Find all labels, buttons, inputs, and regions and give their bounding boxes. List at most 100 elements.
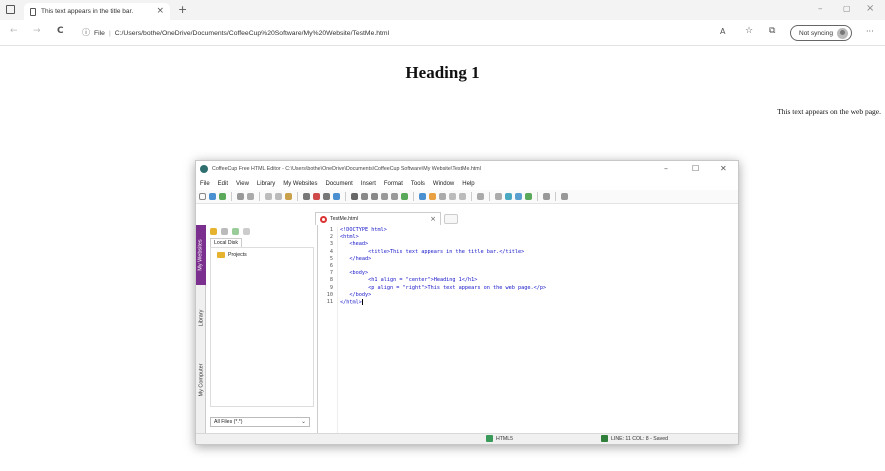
cut-icon[interactable] <box>237 193 244 200</box>
preview-icon[interactable] <box>429 193 436 200</box>
tab-actions-icon[interactable] <box>6 5 15 14</box>
editor-maximize-button[interactable]: ☐ <box>692 165 716 173</box>
menu-my-websites[interactable]: My Websites <box>283 181 317 187</box>
tab-close-icon[interactable]: × <box>156 7 164 16</box>
tree-item-projects[interactable]: Projects <box>217 252 247 258</box>
menu-library[interactable]: Library <box>257 181 275 187</box>
toolbar-separator <box>537 192 538 201</box>
folder-icon[interactable] <box>210 227 217 235</box>
code-line: <body> <box>340 270 369 277</box>
side-tab-my-computer[interactable]: My Computer <box>196 350 206 410</box>
toolbar-separator <box>489 192 490 201</box>
page-paragraph: This text appears on the web page. <box>777 107 881 116</box>
editor-minimize-button[interactable]: – <box>664 165 688 173</box>
theme-icon[interactable] <box>515 193 522 200</box>
upload-icon[interactable] <box>219 193 226 200</box>
align-icon[interactable] <box>381 193 388 200</box>
back-button[interactable]: ← <box>10 27 18 36</box>
help-icon[interactable] <box>561 193 568 200</box>
image-icon[interactable] <box>333 193 340 200</box>
link-icon[interactable] <box>419 193 426 200</box>
view-icon[interactable] <box>243 227 250 235</box>
menu-help[interactable]: Help <box>462 181 474 187</box>
address-field[interactable]: ⓘ File | C:/Users/bothe/OneDrive/Documen… <box>82 26 702 40</box>
close-button[interactable]: × <box>866 4 874 14</box>
profile-avatar <box>836 27 848 39</box>
chevron-down-icon: ⌄ <box>300 418 306 425</box>
flash-icon[interactable] <box>449 193 456 200</box>
add-site-icon[interactable] <box>232 227 239 235</box>
file-filter-select[interactable]: All Files (*.*) ⌄ <box>210 417 310 427</box>
new-file-icon[interactable] <box>199 193 206 200</box>
italic-icon[interactable] <box>361 193 368 200</box>
wand-icon[interactable] <box>221 227 228 235</box>
browser-tab[interactable]: This text appears in the title bar. × <box>24 3 170 20</box>
bold-icon[interactable] <box>351 193 358 200</box>
status-position-label: LINE: 11 COL: 8 - Saved <box>611 435 668 442</box>
copy-icon[interactable] <box>247 193 254 200</box>
open-file-icon[interactable] <box>209 193 216 200</box>
menu-view[interactable]: View <box>236 181 249 187</box>
maximize-button[interactable]: ▢ <box>843 5 851 13</box>
toolbar-separator <box>259 192 260 201</box>
collections-icon[interactable]: ⧉ <box>769 27 775 36</box>
menu-file[interactable]: File <box>200 181 210 187</box>
sort-icon[interactable] <box>543 193 550 200</box>
forward-button[interactable]: → <box>33 27 41 36</box>
gallery-icon[interactable] <box>505 193 512 200</box>
check-icon[interactable] <box>459 193 466 200</box>
line-number: 7 <box>329 270 333 277</box>
document-tab-close-icon[interactable]: × <box>430 215 436 223</box>
form-icon[interactable] <box>439 193 446 200</box>
code-line: </body> <box>340 291 372 298</box>
side-tab-my-websites[interactable]: My Websites <box>196 225 206 285</box>
info-icon: ⓘ <box>82 28 90 37</box>
settings-icon[interactable] <box>477 193 484 200</box>
favorites-icon[interactable]: ☆ <box>745 27 753 36</box>
more-menu-icon[interactable]: ··· <box>866 28 874 36</box>
new-tab-button[interactable]: + <box>178 4 187 15</box>
local-disk-tab[interactable]: Local Disk <box>210 238 242 247</box>
toolbar-separator <box>471 192 472 201</box>
web-icon[interactable] <box>525 193 532 200</box>
list-icon[interactable] <box>391 193 398 200</box>
html5-icon <box>486 435 493 442</box>
undo-icon[interactable] <box>265 193 272 200</box>
underline-icon[interactable] <box>371 193 378 200</box>
new-document-tab-button[interactable] <box>444 214 458 224</box>
status-doc-type-label: HTML5 <box>496 435 514 442</box>
font-icon[interactable] <box>303 193 310 200</box>
line-number: 5 <box>329 255 333 262</box>
code-line-last: </html> <box>340 298 734 306</box>
line-number: 6 <box>329 262 333 269</box>
line-number: 10 <box>326 291 333 298</box>
menu-format[interactable]: Format <box>384 181 403 187</box>
editor-close-button[interactable]: ✕ <box>720 165 734 173</box>
document-tab[interactable]: TestMe.html × <box>315 212 441 225</box>
folder-tree: Projects <box>210 247 314 407</box>
minimize-button[interactable]: – <box>818 5 823 14</box>
menu-tools[interactable]: Tools <box>411 181 425 187</box>
file-filter-value: All Files (*.*) <box>214 419 243 425</box>
menu-edit[interactable]: Edit <box>218 181 228 187</box>
table-icon[interactable] <box>401 193 408 200</box>
redo-icon[interactable] <box>275 193 282 200</box>
color-icon[interactable] <box>313 193 320 200</box>
side-tab-library[interactable]: Library <box>196 295 206 340</box>
component-icon[interactable] <box>495 193 502 200</box>
paste-icon[interactable] <box>285 193 292 200</box>
read-aloud-icon[interactable]: A <box>720 28 725 36</box>
code-line: <html> <box>340 234 359 241</box>
editor-menu-bar: File Edit View Library My Websites Docum… <box>196 177 738 190</box>
refresh-button[interactable]: C <box>57 27 64 36</box>
menu-document[interactable]: Document <box>326 181 353 187</box>
address-scheme-label: File <box>94 29 105 37</box>
menu-window[interactable]: Window <box>433 181 454 187</box>
menu-insert[interactable]: Insert <box>361 181 376 187</box>
code-editor[interactable]: <!DOCTYPE html> <html> <head> <title>Thi… <box>340 227 734 433</box>
paragraph-icon[interactable] <box>323 193 330 200</box>
editor-status-bar: HTML5 LINE: 11 COL: 8 - Saved <box>196 433 738 444</box>
sync-status-button[interactable]: Not syncing <box>790 25 852 41</box>
line-number: 9 <box>329 284 333 291</box>
